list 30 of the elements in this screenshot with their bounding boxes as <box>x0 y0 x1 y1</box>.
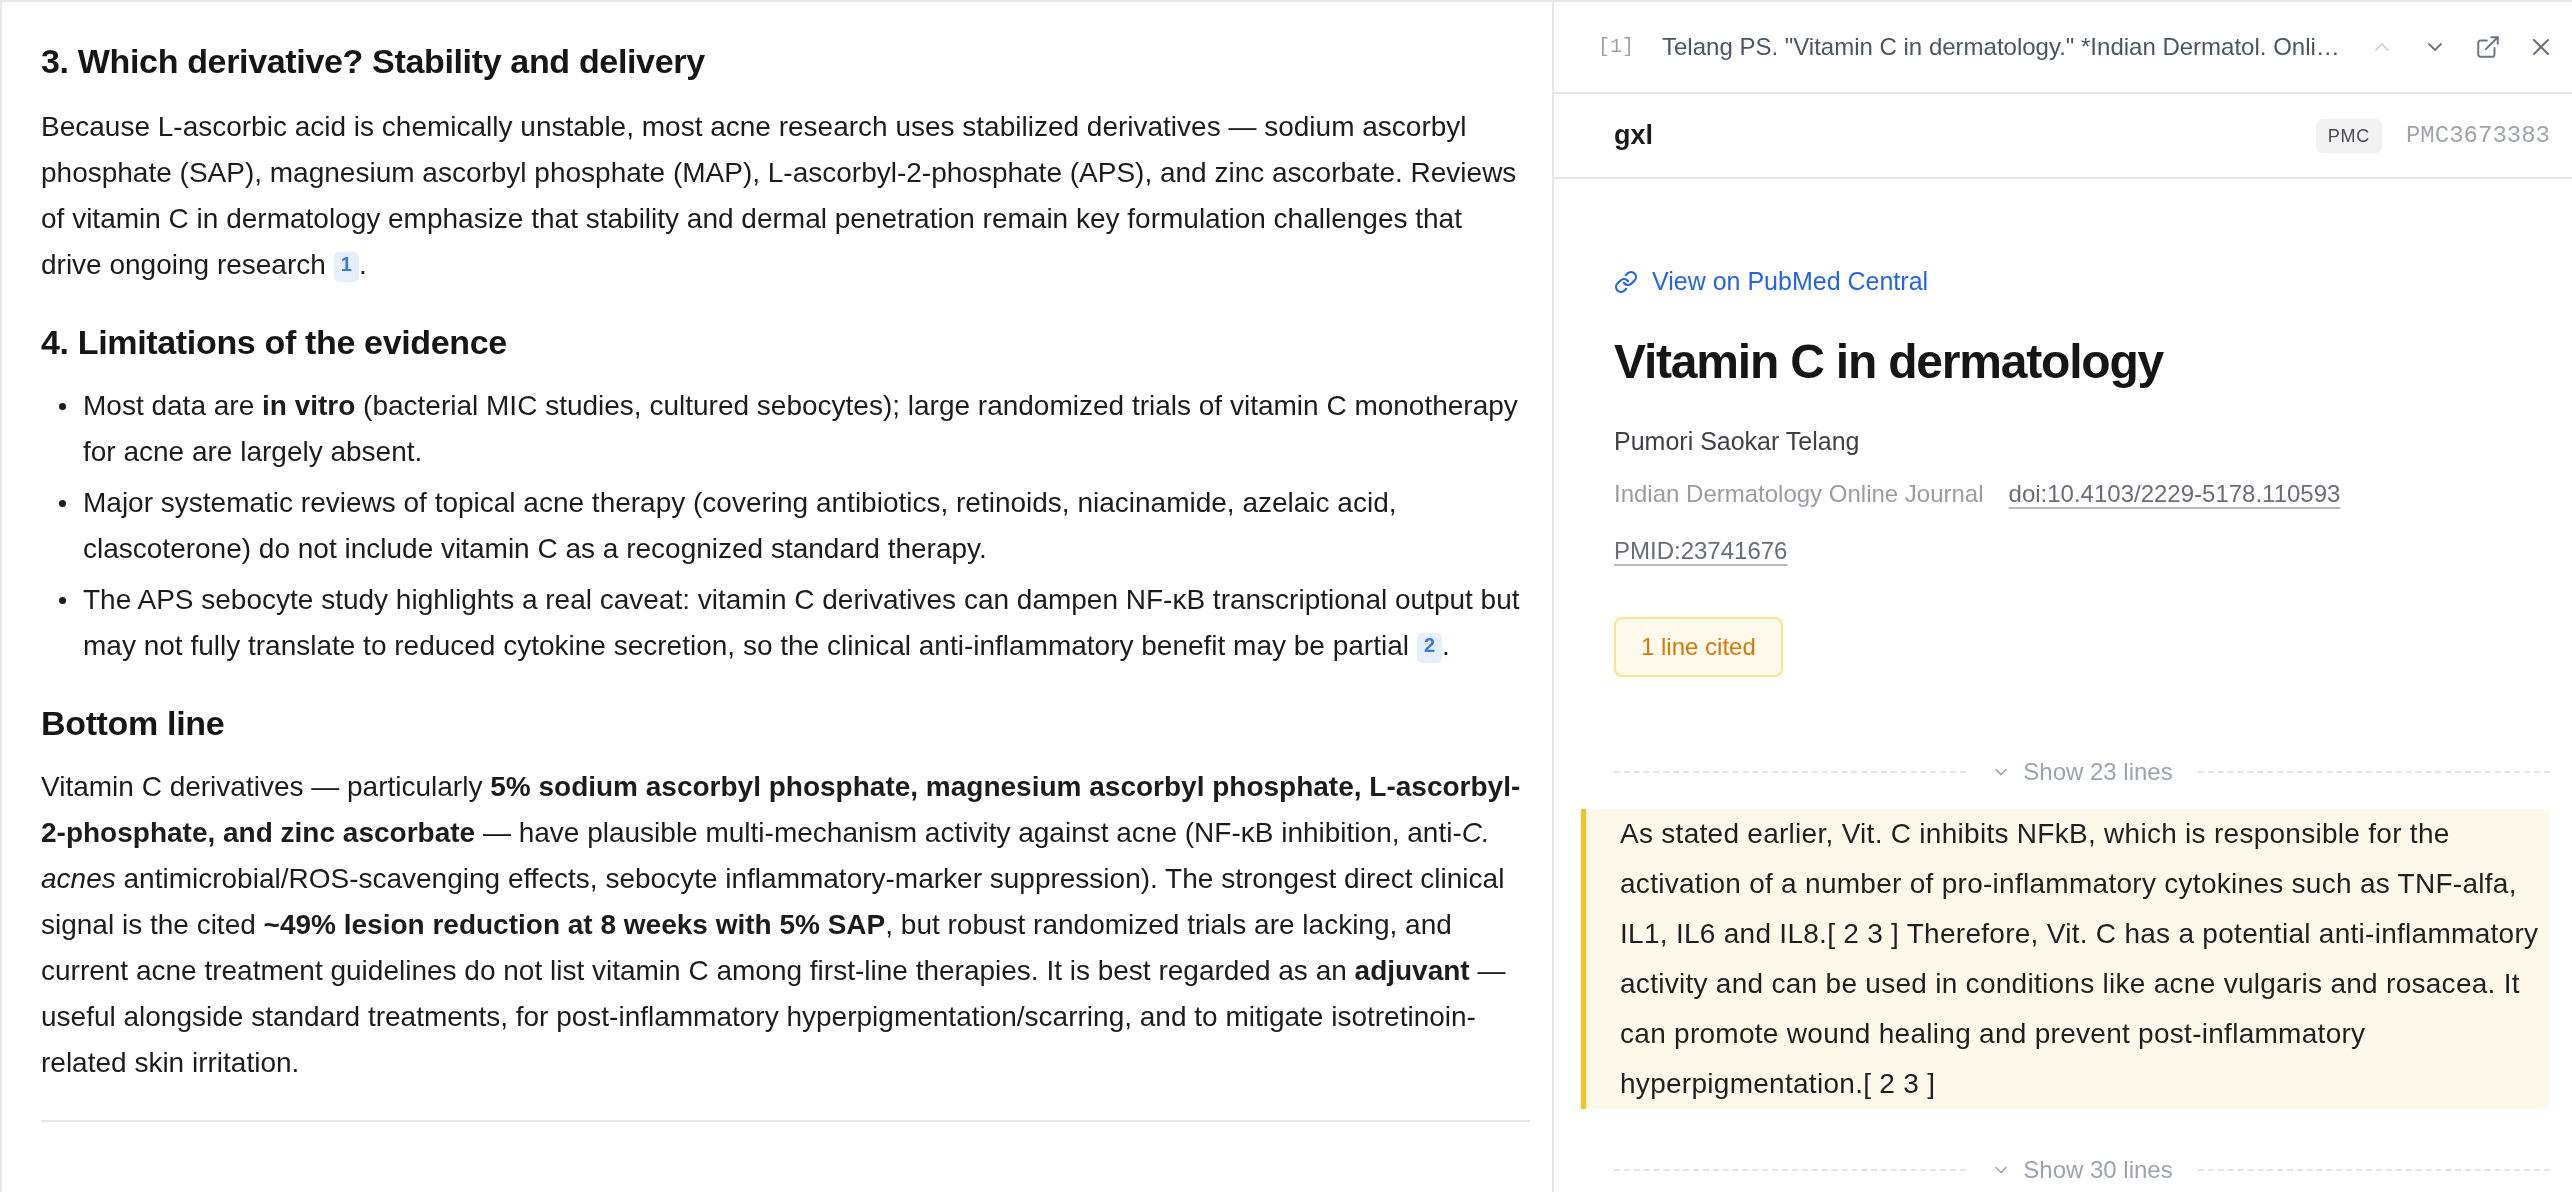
show-lines-button[interactable]: Show 23 lines <box>1991 754 2173 790</box>
cited-lines-tag: 1 line cited <box>1614 617 1783 677</box>
link-icon <box>1614 270 1638 294</box>
cited-quote: As stated earlier, Vit. C inhibits NFkB, which is responsible for the activation of a number of pro-inflammatory cytokines such as TNF-alfa, IL1, IL6 and IL8.[ 2 3 ] Therefore, Vit. C has a potential anti-inflammatory activity and can be used in conditions like acne vulgaris and rosacea. It can promote wound healing and prevent post-inflammatory hyperpigmentation.[ 2 3 ] <box>1581 809 2550 1109</box>
section-heading: 4. Limitations of the evidence <box>41 322 508 363</box>
doi-link[interactable]: doi:10.4103/2229-5178.110593 <box>2008 476 2341 512</box>
author-name: Pumori Saokar Telang <box>1614 426 1860 457</box>
paragraph: Because L-ascorbic acid is chemically unstable, most acne research uses stabilized derivatives — sodium ascorbyl phosphate (SAP), magnesium ascorbyl phosphate (MAP), L-ascorbyl-2-phosphate (APS), and zinc ascorbate. Reviews of vitamin C in dermatology emphasize that stability and dermal penetration remain key formulation challenges that drive ongoing research 1 . <box>41 110 1518 284</box>
reference-index: [1] <box>1598 34 1634 60</box>
pmc-id: PMC3673383 <box>2405 120 2550 151</box>
citation-link[interactable]: 2 <box>1416 632 1443 663</box>
bullet-icon <box>59 500 66 507</box>
list-item-text: Major systematic reviews of topical acne therapy (covering antibiotics, retinoids, niacinamide, azelaic acid, clascoterone) do not include vitamin C as a recognized standard therapy. <box>83 486 1398 566</box>
bullet-icon <box>59 403 66 410</box>
section-heading: Bottom line <box>41 703 226 744</box>
pubmed-central-link[interactable]: View on PubMed Central <box>1614 265 1929 299</box>
list-item-text: Most data are in vitro (bacterial MIC studies, cultured sebocytes); large randomized trials of vitamin C monotherapy for acne are largely absent. <box>83 389 1519 469</box>
reference-title: Telang PS. "Vitamin C in dermatology." *Indian Dermatol. Onli… <box>1662 32 2340 62</box>
external-link-icon <box>2475 34 2501 60</box>
section-heading: 3. Which derivative? Stability and delivery <box>41 41 706 82</box>
pmid-link[interactable]: PMID:23741676 <box>1614 533 1788 569</box>
bullet-icon <box>59 597 66 604</box>
database-tag: PMC <box>2315 118 2382 153</box>
source-name: gxl <box>1614 119 1653 153</box>
article-title: Vitamin C in dermatology <box>1614 334 2165 390</box>
journal-name: Indian Dermatology Online Journal <box>1614 479 1984 509</box>
citation-link[interactable]: 1 <box>333 251 359 282</box>
paragraph: Vitamin C derivatives — particularly 5% sodium ascorbyl phosphate, magnesium ascorbyl phosphate, L-ascorbyl-2-phosphate, and zinc ascorbate — have plausible multi-mechanism activity against acne (NF-κB inhibition, anti-C. acnes antimicrobial/ROS-scavenging effects, sebocyte inflammatory-marker suppression). The strongest direct clinical signal is the cited ~49% lesion reduction at 8 weeks with 5% SAP, but robust randomized trials are lacking, and current acne treatment guidelines do not list vitamin C among first-line therapies. It is best regarded as an adjuvant — useful alongside standard treatments, for post-inflammatory hyperpigmentation/scarring, and to mitigate isotretinoin-related skin irritation. <box>41 770 1522 1080</box>
show-lines-button[interactable]: Show 30 lines <box>1991 1152 2173 1188</box>
list-item-text: The APS sebocyte study highlights a real caveat: vitamin C derivatives can dampen NF-κB transcriptional output but may not fully translate to reduced cytokine secretion, so the clinical anti-inflammatory benefit may be partial 2 . <box>83 583 1521 665</box>
